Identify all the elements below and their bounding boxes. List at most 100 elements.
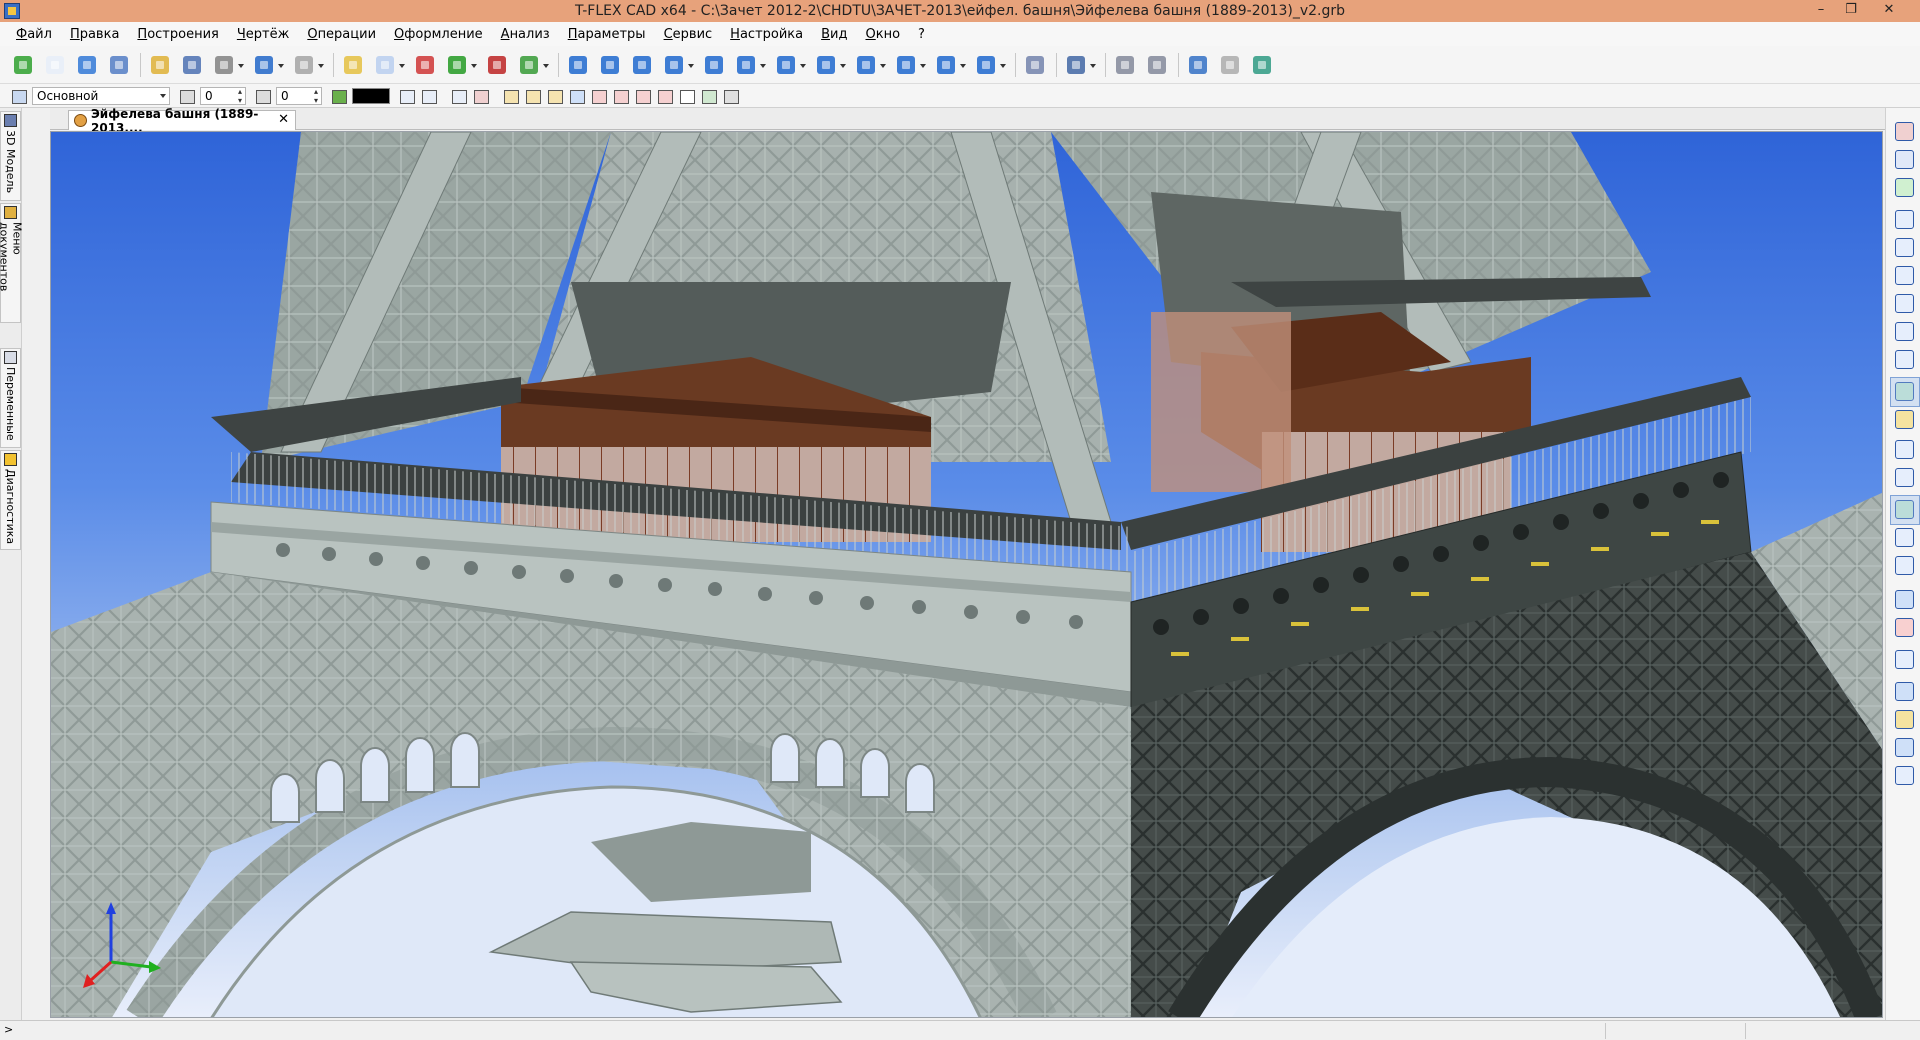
priority-field[interactable]: 0 <box>276 86 322 105</box>
3d-path-dropdown-icon[interactable] <box>542 52 550 78</box>
menu-drawing[interactable]: Чертёж <box>237 27 289 42</box>
3d-node-icon[interactable] <box>372 52 398 78</box>
turn-icon[interactable] <box>1893 466 1915 488</box>
3d-profile-icon[interactable] <box>444 52 470 78</box>
blend-icon[interactable] <box>733 52 759 78</box>
render-icon[interactable] <box>1893 736 1915 758</box>
color-swatch[interactable] <box>352 87 390 104</box>
section-icon[interactable] <box>1022 52 1048 78</box>
workplane-icon[interactable] <box>412 52 438 78</box>
open-icon[interactable] <box>147 52 173 78</box>
tube-icon[interactable] <box>1185 52 1211 78</box>
filter-vertex-icon[interactable] <box>502 87 520 105</box>
surface-dropdown-icon[interactable] <box>919 52 927 78</box>
snap-icon[interactable] <box>450 87 468 105</box>
3d-path-icon[interactable] <box>516 52 542 78</box>
shading-icon[interactable] <box>1893 680 1915 702</box>
sweep-dropdown-icon[interactable] <box>687 52 695 78</box>
lcs-icon[interactable] <box>484 52 510 78</box>
restore-button[interactable]: ❐ <box>1836 1 1866 21</box>
3d-node-dropdown-icon[interactable] <box>398 52 406 78</box>
copy-dropdown-icon[interactable] <box>839 52 847 78</box>
menu-file[interactable]: Файл <box>16 27 52 42</box>
document-tab[interactable]: Эйфелева башня (1889-2013.... ✕ <box>68 107 296 135</box>
rotation-icon[interactable] <box>597 52 623 78</box>
filter-icon[interactable] <box>398 87 416 105</box>
select-multiple-icon[interactable] <box>1893 616 1915 638</box>
zoom-extents-icon[interactable] <box>1893 264 1915 286</box>
walk-icon[interactable] <box>1890 495 1920 525</box>
save-icon[interactable] <box>179 52 205 78</box>
rotate-icon[interactable] <box>1890 377 1920 407</box>
shell-dropdown-icon[interactable] <box>879 52 887 78</box>
filter-fragment-icon[interactable] <box>612 87 630 105</box>
eiffel-tower-model[interactable] <box>51 132 1883 1018</box>
sweep-icon[interactable] <box>661 52 687 78</box>
redo-dropdown-icon[interactable] <box>317 52 325 78</box>
sheet-metal-dropdown-icon[interactable] <box>999 52 1007 78</box>
filter-face-icon[interactable] <box>546 87 564 105</box>
layer-icon[interactable] <box>10 87 28 105</box>
level-field[interactable]: 0 <box>200 86 246 105</box>
new-document-icon[interactable] <box>42 52 68 78</box>
print-icon[interactable] <box>211 52 237 78</box>
undo-dropdown-icon[interactable] <box>277 52 285 78</box>
cursor-snap-icon[interactable] <box>1893 148 1915 170</box>
assembly-icon[interactable] <box>1249 52 1275 78</box>
deselect-icon[interactable] <box>472 87 490 105</box>
fit-all-icon[interactable] <box>1893 236 1915 258</box>
array-icon[interactable] <box>773 52 799 78</box>
minimize-button[interactable]: – <box>1806 1 1836 21</box>
layer-select[interactable]: Основной <box>32 86 170 105</box>
dimension-icon[interactable] <box>1063 52 1089 78</box>
menu-edit[interactable]: Правка <box>70 27 119 42</box>
filter-view-icon[interactable] <box>722 87 740 105</box>
3d-viewport[interactable] <box>50 131 1883 1018</box>
menu-analysis[interactable]: Анализ <box>501 27 550 42</box>
new-drawing-icon[interactable] <box>106 52 132 78</box>
menu-service[interactable]: Сервис <box>664 27 713 42</box>
close-tab-icon[interactable]: ✕ <box>278 112 289 127</box>
zoom-window-icon[interactable] <box>1893 208 1915 230</box>
zoom-icon[interactable] <box>1893 292 1915 314</box>
apply-icon[interactable] <box>10 52 36 78</box>
select-all-icon[interactable] <box>420 87 438 105</box>
zoom-out-icon[interactable] <box>1893 348 1915 370</box>
menu-construct[interactable]: Построения <box>137 27 218 42</box>
zoom-in-icon[interactable] <box>1893 320 1915 342</box>
copy-view-icon[interactable] <box>1893 554 1915 576</box>
boolean-icon[interactable] <box>701 52 727 78</box>
properties-icon[interactable] <box>340 52 366 78</box>
surface-icon[interactable] <box>893 52 919 78</box>
filter-path-icon[interactable] <box>700 87 718 105</box>
variables-icon[interactable] <box>1144 52 1170 78</box>
filter-edge-icon[interactable] <box>524 87 542 105</box>
wire-icon[interactable] <box>1217 52 1243 78</box>
object-snap-icon[interactable] <box>1893 176 1915 198</box>
snap-magnet-icon[interactable] <box>1893 120 1915 142</box>
wireframe-icon[interactable] <box>1893 708 1915 730</box>
tab-variables[interactable]: Переменные <box>0 348 21 448</box>
color-icon[interactable] <box>330 87 348 105</box>
menu-settings[interactable]: Настройка <box>730 27 803 42</box>
section-view-icon[interactable] <box>1893 648 1915 670</box>
print-dropdown-icon[interactable] <box>237 52 245 78</box>
tab-3d-model[interactable]: 3D Модель <box>0 111 21 201</box>
menu-help[interactable]: ? <box>918 27 925 42</box>
extrusion-icon[interactable] <box>565 52 591 78</box>
new-3d-model-icon[interactable] <box>74 52 100 78</box>
view-window-icon[interactable] <box>1893 764 1915 786</box>
shell-icon[interactable] <box>853 52 879 78</box>
filter-sketch-icon[interactable] <box>678 87 696 105</box>
orbit-icon[interactable] <box>1893 438 1915 460</box>
undo-icon[interactable] <box>251 52 277 78</box>
measure-icon[interactable] <box>1112 52 1138 78</box>
menu-window[interactable]: Окно <box>865 27 900 42</box>
select-body-icon[interactable] <box>1893 588 1915 610</box>
dimension-dropdown-icon[interactable] <box>1089 52 1097 78</box>
loft-icon[interactable] <box>629 52 655 78</box>
menu-draft[interactable]: Оформление <box>394 27 483 42</box>
filter-node-icon[interactable] <box>656 87 674 105</box>
menu-view[interactable]: Вид <box>821 27 847 42</box>
filter-body-icon[interactable] <box>568 87 586 105</box>
